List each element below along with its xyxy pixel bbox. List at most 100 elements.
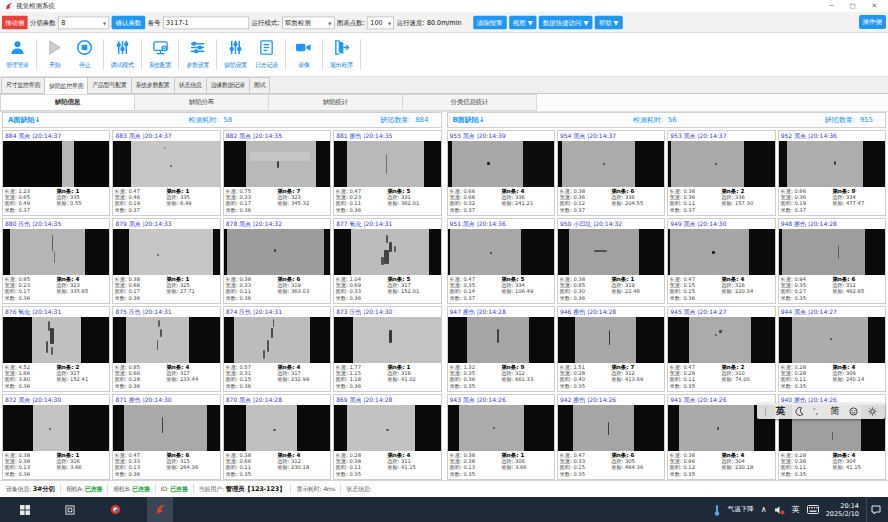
- defect-cell-header[interactable]: 948 擦伤 |20:14:28: [779, 219, 885, 229]
- defect-cell-header[interactable]: 875 压伤 |20:14:31: [113, 307, 219, 317]
- defect-cell[interactable]: 881 擦伤 |20:14:35长度: 0.47宽度: 0.23面积: 0.11…: [333, 130, 441, 216]
- toolbar-button-camera[interactable]: 录像: [289, 33, 319, 76]
- defect-cell[interactable]: 871 擦伤 |20:14:30长度: 0.47宽度: 0.33面积: 0.13…: [112, 394, 220, 480]
- defect-image[interactable]: [334, 141, 440, 187]
- defect-image[interactable]: [334, 405, 440, 451]
- defect-image[interactable]: [113, 141, 219, 187]
- start-button[interactable]: [12, 497, 38, 522]
- panel-title[interactable]: B面缺陷↓: [448, 115, 485, 125]
- defect-cell[interactable]: 952 黑点 |20:14:36长度: 0.66宽度: 0.36面积: 0.19…: [778, 130, 886, 216]
- defect-cell[interactable]: 949 黑点 |20:14:30长度: 0.47宽度: 0.15面积: 0.15…: [667, 218, 775, 304]
- defect-cell[interactable]: 876 氧化 |20:14:31长度: 4.52宽度: 1.66面积: 3.80…: [2, 306, 110, 392]
- defect-cell[interactable]: 946 擦伤 |20:14:28长度: 1.51宽度: 0.28面积: 0.40…: [557, 306, 665, 392]
- clock[interactable]: 20:14 2025/2/10: [826, 502, 859, 518]
- defect-cell-header[interactable]: 879 黑点 |20:14:33: [113, 219, 219, 229]
- defect-image[interactable]: [224, 405, 330, 451]
- defect-image[interactable]: [3, 405, 109, 451]
- defect-cell-header[interactable]: 950 小凹坑 |20:14:32: [558, 219, 664, 229]
- action-center-icon[interactable]: [866, 497, 884, 522]
- defect-cell-header[interactable]: 883 黑点 |20:14:37: [113, 131, 219, 141]
- defect-image[interactable]: [448, 141, 554, 187]
- tab-3[interactable]: 系统参数配置: [131, 77, 175, 93]
- toolbar-button-stop[interactable]: 停止: [70, 33, 100, 76]
- ime-moon-icon[interactable]: [795, 407, 804, 416]
- defect-image[interactable]: [558, 141, 664, 187]
- toolbar-button-sliders-h[interactable]: 参数设置: [182, 33, 213, 76]
- defect-cell[interactable]: 951 黑点 |20:14:36长度: 0.47宽度: 0.35面积: 0.14…: [447, 218, 555, 304]
- taskbar-app-browser-icon[interactable]: [102, 497, 128, 522]
- defect-cell[interactable]: 877 氧化 |20:14:31长度: 1.04宽度: 0.69面积: 0.33…: [333, 218, 441, 304]
- task-view-button[interactable]: [57, 497, 83, 522]
- defect-image[interactable]: [779, 229, 885, 275]
- defect-cell[interactable]: 875 压伤 |20:14:31长度: 0.85宽度: 0.66面积: 0.28…: [112, 306, 220, 392]
- toolbar-button-play[interactable]: 开始: [40, 33, 70, 76]
- ime-item-3[interactable]: 简: [830, 405, 840, 418]
- defect-image[interactable]: [224, 141, 330, 187]
- defect-image[interactable]: [448, 405, 554, 451]
- defect-cell[interactable]: 954 黑点 |20:14:37长度: 0.38宽度: 0.36面积: 0.12…: [557, 130, 665, 216]
- subtab-2[interactable]: 缺陷统计: [268, 94, 403, 111]
- defect-cell-header[interactable]: 949 黑点 |20:14:30: [668, 219, 774, 229]
- defect-cell-header[interactable]: 955 黑点 |20:14:39: [448, 131, 554, 141]
- defect-cell-header[interactable]: 953 黑点 |20:14:37: [668, 131, 774, 141]
- tab-2[interactable]: 产品型号配置: [87, 77, 131, 93]
- defect-cell[interactable]: 947 擦伤 |20:14:28长度: 1.32宽度: 0.35面积: 0.36…: [447, 306, 555, 392]
- defect-image[interactable]: [448, 229, 554, 275]
- chart-points-select[interactable]: 100▼: [367, 16, 394, 29]
- quick-access-menu-button[interactable]: 数据快捷访问 ▼: [539, 15, 592, 29]
- operate-side-button[interactable]: 操作侧: [859, 15, 887, 29]
- defect-cell[interactable]: 880 压伤 |20:14:35长度: 0.85宽度: 0.23面积: 0.17…: [2, 218, 110, 304]
- defect-image[interactable]: [224, 317, 330, 363]
- defect-cell-header[interactable]: 873 压伤 |20:14:30: [334, 307, 440, 317]
- toolbar-button-sliders-v2[interactable]: 缺陷设置: [220, 33, 251, 76]
- defect-image[interactable]: [668, 141, 774, 187]
- defect-cell[interactable]: 883 黑点 |20:14:37长度: 0.47宽度: 0.46面积: 0.19…: [112, 130, 220, 216]
- taskbar-app-detection-icon[interactable]: [147, 497, 173, 522]
- defect-cell-header[interactable]: 946 擦伤 |20:14:28: [558, 307, 664, 317]
- defect-image[interactable]: [3, 229, 109, 275]
- defect-cell[interactable]: 874 压伤 |20:14:31长度: 0.57宽度: 0.31面积: 0.15…: [223, 306, 331, 392]
- defect-image[interactable]: [448, 317, 554, 363]
- defect-image[interactable]: [779, 141, 885, 187]
- defect-cell[interactable]: 950 小凹坑 |20:14:32长度: 0.38宽度: 0.85面积: 0.3…: [557, 218, 665, 304]
- minimize-button[interactable]: ─: [829, 0, 833, 12]
- defect-cell-header[interactable]: 947 擦伤 |20:14:28: [448, 307, 554, 317]
- defect-image[interactable]: [113, 317, 219, 363]
- defect-image[interactable]: [558, 317, 664, 363]
- subtab-3[interactable]: 分类信息统计: [402, 94, 537, 111]
- defect-image[interactable]: [334, 229, 440, 275]
- volume-icon[interactable]: [774, 505, 785, 515]
- defect-cell-header[interactable]: 871 擦伤 |20:14:30: [113, 395, 219, 405]
- roll-input[interactable]: 3117-1: [163, 16, 249, 29]
- defect-cell-header[interactable]: 881 擦伤 |20:14:35: [334, 131, 440, 141]
- defect-cell[interactable]: 872 黑点 |20:14:30长度: 0.38宽度: 0.38面积: 0.13…: [2, 394, 110, 480]
- defect-cell[interactable]: 948 擦伤 |20:14:28长度: 0.94宽度: 0.35面积: 0.27…: [778, 218, 886, 304]
- tray-expand-icon[interactable]: ∧: [761, 505, 767, 514]
- ime-item-0[interactable]: 英: [776, 405, 786, 418]
- ime-smiley-icon[interactable]: [849, 407, 858, 416]
- keyboard-icon[interactable]: [807, 505, 819, 514]
- defect-cell-header[interactable]: 943 黑点 |20:14:26: [448, 395, 554, 405]
- subtab-0[interactable]: 缺陷信息: [0, 94, 135, 111]
- defect-cell-header[interactable]: 882 黑点 |20:14:35: [224, 131, 330, 141]
- defect-image[interactable]: [113, 229, 219, 275]
- weather-text[interactable]: 气温下降: [728, 505, 754, 514]
- view-menu-button[interactable]: 视图 ▼: [509, 15, 537, 29]
- maximize-button[interactable]: ▢: [849, 0, 855, 12]
- ime-gear-icon[interactable]: [868, 407, 877, 416]
- slit-count-select[interactable]: 8▼: [58, 16, 109, 29]
- confirm-count-button[interactable]: 确认条数: [112, 15, 146, 29]
- help-menu-button[interactable]: 帮助 ▼: [595, 15, 623, 29]
- defect-cell-header[interactable]: 877 氧化 |20:14:31: [334, 219, 440, 229]
- defect-cell[interactable]: 945 黑点 |20:14:27长度: 0.47宽度: 0.28面积: 0.11…: [667, 306, 775, 392]
- defect-cell[interactable]: 884 黑点 |20:14:37长度: 1.23宽度: 0.65面积: 0.49…: [2, 130, 110, 216]
- toolbar-button-user[interactable]: 管理登录: [2, 33, 33, 76]
- defect-cell[interactable]: 942 擦伤 |20:14:26长度: 0.47宽度: 0.33面积: 0.15…: [557, 394, 665, 480]
- defect-cell[interactable]: 953 黑点 |20:14:37长度: 0.38宽度: 0.36面积: 0.11…: [667, 130, 775, 216]
- drive-side-button[interactable]: 传动侧: [2, 15, 28, 29]
- defect-cell[interactable]: 944 黑点 |20:14:27长度: 0.28宽度: 0.28面积: 0.11…: [778, 306, 886, 392]
- defect-image[interactable]: [3, 317, 109, 363]
- defect-cell-header[interactable]: 876 氧化 |20:14:31: [3, 307, 109, 317]
- tab-6[interactable]: 测试: [249, 77, 270, 93]
- defect-image[interactable]: [558, 405, 664, 451]
